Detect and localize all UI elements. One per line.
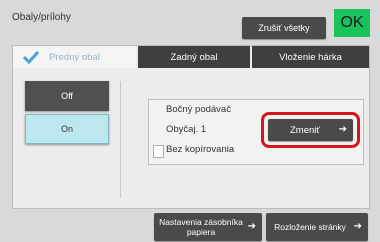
page-title: Obaly/prílohy [12, 12, 71, 23]
arrow-right-icon: ➔ [338, 124, 347, 135]
tab-front-cover-label: Predný obal [49, 51, 100, 63]
paper-source: Bočný podávač [166, 104, 231, 115]
page-layout-label: Rozloženie stránky [274, 222, 346, 232]
tab-back-cover-label: Zadný obal [170, 51, 218, 63]
tray-settings-label: Nastavenia zásobníka papiera [159, 217, 243, 237]
on-button[interactable]: On [25, 114, 109, 144]
blank-page-icon [153, 145, 164, 158]
tab-insert-sheet[interactable]: Vloženie hárka [252, 46, 369, 68]
tray-settings-button[interactable]: Nastavenia zásobníka papiera ➔ [154, 213, 262, 241]
change-button-label: Zmeniť [290, 124, 320, 136]
divider [120, 81, 121, 198]
change-button[interactable]: Zmeniť ➔ [268, 119, 353, 141]
off-button[interactable]: Off [25, 81, 109, 111]
screen: Obaly/prílohy Zrušiť všetky OK Predný ob… [0, 0, 380, 242]
ok-button[interactable]: OK [334, 9, 370, 37]
clear-all-button[interactable]: Zrušiť všetky [242, 17, 326, 39]
copy-mode: Bez kopírovania [166, 144, 235, 155]
tab-insert-sheet-label: Vloženie hárka [279, 51, 342, 63]
check-icon [23, 50, 39, 64]
arrow-right-icon: ➔ [353, 221, 362, 232]
paper-type: Obyčaj. 1 [166, 124, 207, 135]
tab-front-cover[interactable]: Predný obal [13, 46, 136, 68]
page-layout-button[interactable]: Rozloženie stránky ➔ [266, 213, 368, 241]
arrow-right-icon: ➔ [247, 221, 256, 232]
tab-back-cover[interactable]: Zadný obal [138, 46, 250, 68]
